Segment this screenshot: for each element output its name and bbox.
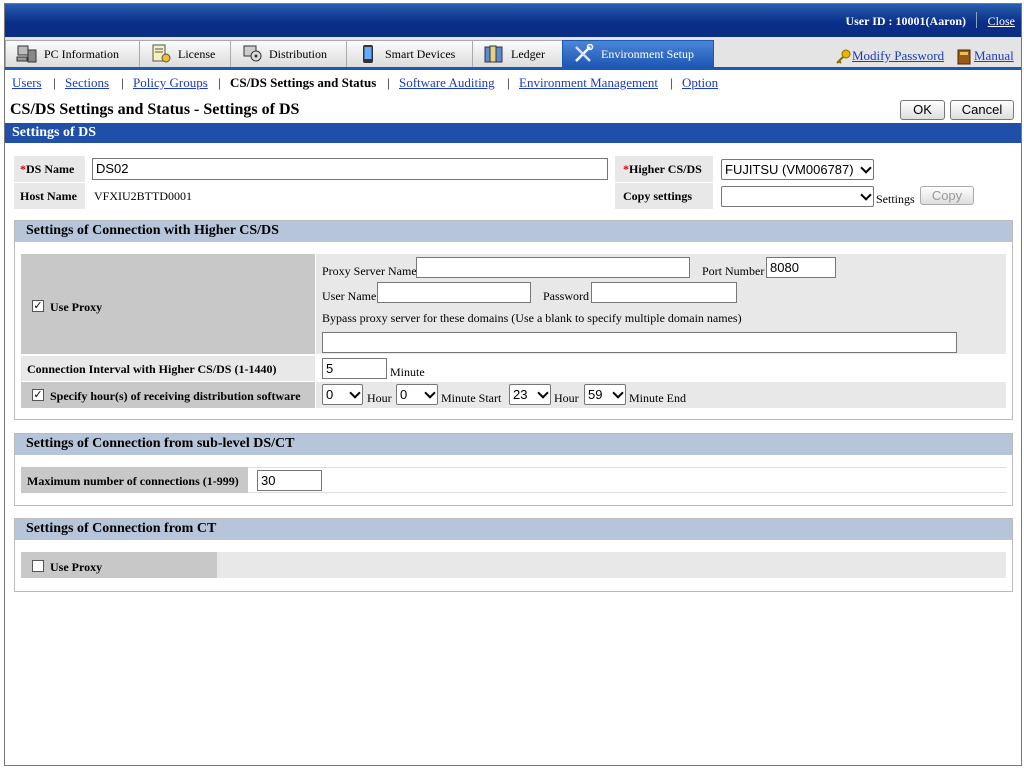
specify-hours-checkbox[interactable]: ✓ bbox=[32, 389, 44, 401]
tab-smart-devices[interactable]: Smart Devices bbox=[346, 40, 473, 67]
ok-button[interactable]: OK bbox=[900, 100, 945, 120]
tab-license[interactable]: License bbox=[139, 40, 231, 67]
manual-link[interactable]: Manual bbox=[974, 48, 1014, 64]
higher-connection-title: Settings of Connection with Higher CS/DS bbox=[15, 221, 1012, 242]
subnav-divider: | bbox=[121, 75, 124, 90]
hour-text-end: Hour bbox=[554, 391, 579, 405]
smart-device-icon bbox=[363, 45, 373, 63]
tab-label: Environment Setup bbox=[601, 47, 694, 61]
chevron-down-icon bbox=[612, 387, 624, 399]
header-bar: User ID : 10001(Aaron) Close bbox=[5, 4, 1021, 37]
chevron-down-icon bbox=[349, 387, 361, 399]
modify-password-link[interactable]: Modify Password bbox=[852, 48, 944, 64]
subnav-policy-groups[interactable]: Policy Groups bbox=[133, 75, 208, 91]
subnav-option[interactable]: Option bbox=[682, 75, 718, 91]
main-tab-bar: PC Information License Distribution Smar… bbox=[5, 37, 1021, 70]
copy-settings-label: Copy settings bbox=[623, 189, 693, 203]
specify-hours-label: Specify hour(s) of receiving distributio… bbox=[50, 389, 301, 403]
chevron-down-icon bbox=[860, 189, 872, 201]
sub-navigation: Users | Sections | Policy Groups | CS/DS… bbox=[5, 73, 1021, 94]
tab-label: Ledger bbox=[511, 47, 545, 61]
minute-start-text: Minute Start bbox=[441, 391, 502, 405]
ct-use-proxy-label: Use Proxy bbox=[50, 560, 103, 574]
user-id-label: User ID : 10001(Aaron) bbox=[845, 14, 966, 28]
ct-connection-title: Settings of Connection from CT bbox=[15, 519, 1012, 540]
subnav-divider: | bbox=[387, 75, 390, 90]
key-icon bbox=[836, 49, 851, 64]
ds-name-input[interactable]: DS02 bbox=[92, 158, 608, 180]
tab-label: License bbox=[178, 47, 216, 61]
ct-use-proxy-checkbox[interactable] bbox=[32, 560, 44, 572]
subnav-software-auditing[interactable]: Software Auditing bbox=[399, 75, 495, 91]
tab-pc-information[interactable]: PC Information bbox=[5, 40, 140, 67]
bypass-domains-input[interactable] bbox=[322, 332, 957, 353]
higher-cs-ds-select[interactable]: FUJITSU (VM006787) bbox=[721, 159, 874, 180]
start-minute-select[interactable]: 0 bbox=[396, 384, 438, 405]
use-proxy-label: Use Proxy bbox=[50, 300, 103, 314]
port-number-input[interactable]: 8080 bbox=[766, 257, 836, 278]
chevron-down-icon bbox=[860, 162, 872, 174]
user-name-label: User Name bbox=[322, 289, 377, 303]
tab-ledger[interactable]: Ledger bbox=[472, 40, 563, 67]
minute-end-text: Minute End bbox=[629, 391, 686, 405]
chevron-down-icon bbox=[537, 387, 549, 399]
end-minute-select[interactable]: 59 bbox=[584, 384, 626, 405]
user-name-input[interactable] bbox=[377, 282, 531, 303]
tab-label: Smart Devices bbox=[385, 47, 456, 61]
ledger-icon bbox=[484, 45, 503, 63]
settings-text: Settings bbox=[876, 192, 915, 206]
subnav-divider: | bbox=[53, 75, 56, 90]
host-name-value: VFXIU2BTTD0001 bbox=[94, 189, 192, 203]
app-window: User ID : 10001(Aaron) Close PC Informat… bbox=[4, 3, 1022, 766]
ds-name-label: *DS Name bbox=[20, 162, 75, 176]
subnav-environment-management[interactable]: Environment Management bbox=[519, 75, 658, 91]
license-icon bbox=[152, 44, 171, 63]
header-divider bbox=[976, 12, 977, 28]
chevron-down-icon bbox=[424, 387, 436, 399]
use-proxy-checkbox[interactable]: ✓ bbox=[32, 300, 44, 312]
distribution-icon bbox=[243, 45, 262, 62]
subnav-divider: | bbox=[507, 75, 510, 90]
tab-distribution[interactable]: Distribution bbox=[230, 40, 347, 67]
page-title: CS/DS Settings and Status - Settings of … bbox=[10, 101, 300, 118]
subnav-divider: | bbox=[670, 75, 673, 90]
end-hour-select[interactable]: 23 bbox=[509, 384, 551, 405]
minute-text: Minute bbox=[390, 365, 425, 379]
cancel-button[interactable]: Cancel bbox=[950, 100, 1014, 120]
proxy-server-input[interactable] bbox=[416, 257, 690, 278]
tab-label: Distribution bbox=[269, 47, 328, 61]
section-title-bar: Settings of DS bbox=[5, 123, 1021, 143]
tab-label: PC Information bbox=[44, 47, 119, 61]
tools-icon bbox=[575, 44, 594, 62]
sub-connection-title: Settings of Connection from sub-level DS… bbox=[15, 434, 1012, 455]
max-connections-input[interactable]: 30 bbox=[257, 470, 322, 491]
subnav-current: CS/DS Settings and Status bbox=[230, 75, 377, 90]
subnav-divider: | bbox=[218, 75, 221, 90]
proxy-server-label: Proxy Server Name bbox=[322, 264, 417, 278]
hour-text: Hour bbox=[367, 391, 392, 405]
interval-label: Connection Interval with Higher CS/DS (1… bbox=[27, 362, 277, 376]
close-link[interactable]: Close bbox=[988, 14, 1015, 29]
password-input[interactable] bbox=[591, 282, 737, 303]
subnav-users[interactable]: Users bbox=[12, 75, 42, 91]
subnav-sections[interactable]: Sections bbox=[65, 75, 109, 91]
host-name-label: Host Name bbox=[20, 189, 77, 203]
max-connections-label: Maximum number of connections (1-999) bbox=[27, 474, 239, 488]
manual-book-icon bbox=[957, 49, 971, 65]
bypass-label: Bypass proxy server for these domains (U… bbox=[322, 311, 742, 325]
tab-environment-setup[interactable]: Environment Setup bbox=[562, 40, 714, 67]
port-number-label: Port Number bbox=[702, 264, 765, 278]
password-label: Password bbox=[543, 289, 590, 303]
copy-settings-select[interactable] bbox=[721, 186, 874, 207]
pc-icon bbox=[16, 45, 37, 63]
interval-input[interactable]: 5 bbox=[322, 358, 387, 379]
higher-cs-ds-label: *Higher CS/DS bbox=[623, 162, 702, 176]
start-hour-select[interactable]: 0 bbox=[322, 384, 363, 405]
copy-button[interactable]: Copy bbox=[920, 186, 974, 205]
